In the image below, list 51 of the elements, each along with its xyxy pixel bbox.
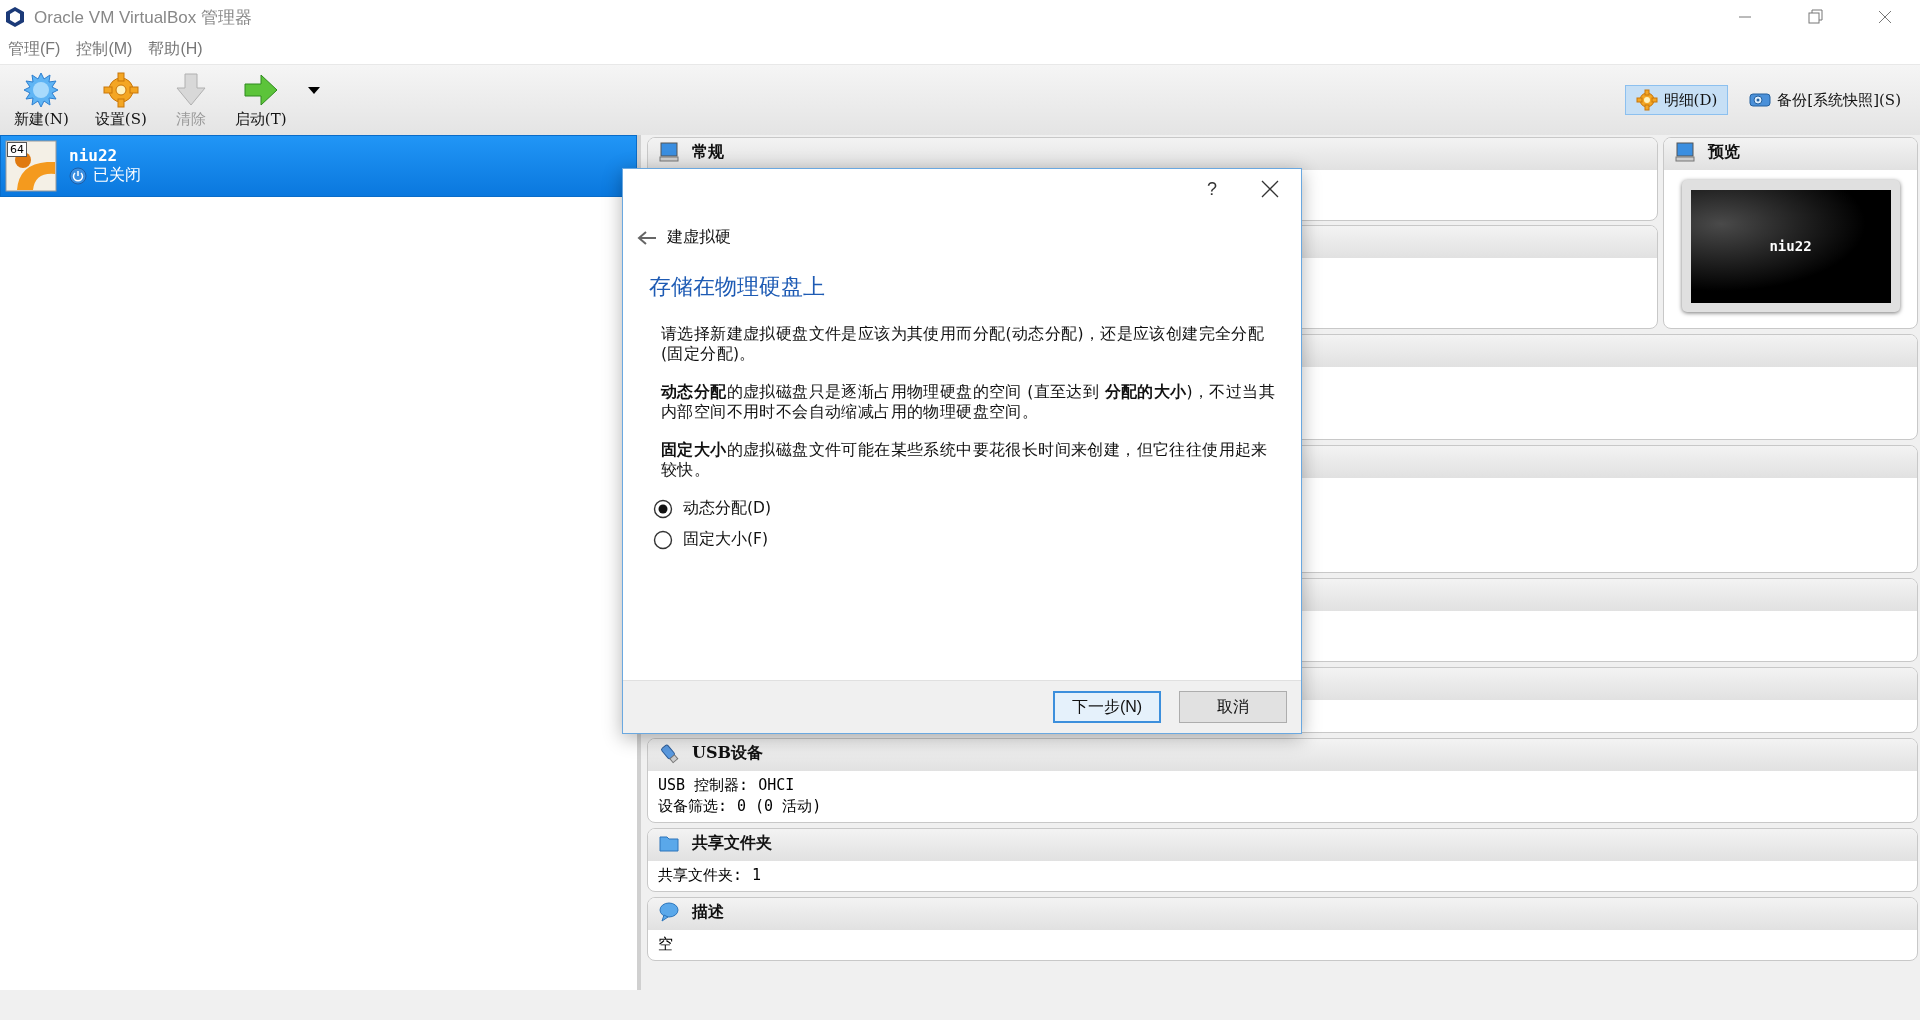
vm-state: 已关闭 <box>93 165 141 186</box>
radio-label: 动态分配(D) <box>683 498 772 519</box>
starburst-icon <box>23 71 60 108</box>
close-icon[interactable] <box>1261 180 1279 198</box>
speech-bubble-icon <box>658 901 680 923</box>
radio-button[interactable] <box>653 529 673 550</box>
detail-label: 设备筛选: <box>658 796 728 817</box>
tool-tab[interactable]: 明细(D) <box>1624 85 1729 115</box>
os-logo-icon <box>5 140 57 192</box>
panel-title: 常规 <box>692 141 724 163</box>
radio-button[interactable] <box>653 498 673 519</box>
toolbar-button[interactable]: 新建(N) <box>8 69 75 131</box>
monitor-icon <box>658 141 680 163</box>
menu-item[interactable]: 帮助(H) <box>148 38 203 60</box>
menu-item[interactable]: 管理(F) <box>8 38 61 60</box>
toolbar-button[interactable]: 设置(S) <box>88 69 153 131</box>
tool-tab[interactable]: 备份[系统快照](S) <box>1738 85 1912 115</box>
back-arrow-icon[interactable] <box>637 229 657 246</box>
gear-icon <box>102 71 139 108</box>
description-text: 请选择新建虚拟硬盘文件是应该为其使用而分配(动态分配)，还是应该创建完全分配(固定分配)。 <box>661 324 1266 364</box>
vm-list-item[interactable]: 64 niu22 已关闭 <box>0 135 637 197</box>
detail-value: 0 (0 活动) <box>737 796 822 817</box>
detail-label: 空 <box>658 934 673 955</box>
detail-value: OHCI <box>758 775 795 796</box>
monitor-icon <box>1674 141 1696 163</box>
power-icon <box>69 166 87 185</box>
toolbar-button[interactable]: 启动(T) <box>228 69 293 131</box>
right-arrow-icon <box>242 71 279 108</box>
wizard-title: 建虚拟硬 <box>667 227 731 248</box>
window-title: Oracle VM VirtualBox 管理器 <box>34 6 252 29</box>
os-badge: 64 <box>7 142 27 157</box>
detail-label: 共享文件夹: <box>658 865 743 886</box>
description-text: 固定大小的虚拟磁盘文件可能在某些系统中要花很长时间来创建，但它往往使用起来较快。 <box>661 440 1269 480</box>
detail-label: USB 控制器: <box>658 775 749 796</box>
description-text: 动态分配的虚拟磁盘只是逐渐占用物理硬盘的空间 (直至达到 分配的大小)，不过当其内部空间不用时不会自动缩减占用的物理硬盘空间。 <box>661 382 1275 422</box>
menu-item[interactable]: 控制(M) <box>76 38 133 60</box>
radio-label: 固定大小(F) <box>683 529 768 550</box>
usb-plug-icon <box>658 742 680 764</box>
help-button[interactable]: ? <box>1201 177 1223 201</box>
preview-vm-name: niu22 <box>1769 236 1812 256</box>
detail-value: 1 <box>752 865 762 886</box>
panel-title: 共享文件夹 <box>692 832 772 854</box>
page-heading: 存储在物理硬盘上 <box>649 273 826 301</box>
caret-icon[interactable] <box>306 85 321 95</box>
gear-icon <box>1635 89 1658 111</box>
vm-name: niu22 <box>69 146 119 165</box>
cancel-button[interactable]: 取消 <box>1179 691 1287 723</box>
next-button[interactable]: 下一步(N) <box>1053 691 1161 723</box>
panel-title: 描述 <box>692 901 724 923</box>
panel-title: USB设备 <box>692 742 764 764</box>
panel-title: 预览 <box>1708 141 1740 163</box>
